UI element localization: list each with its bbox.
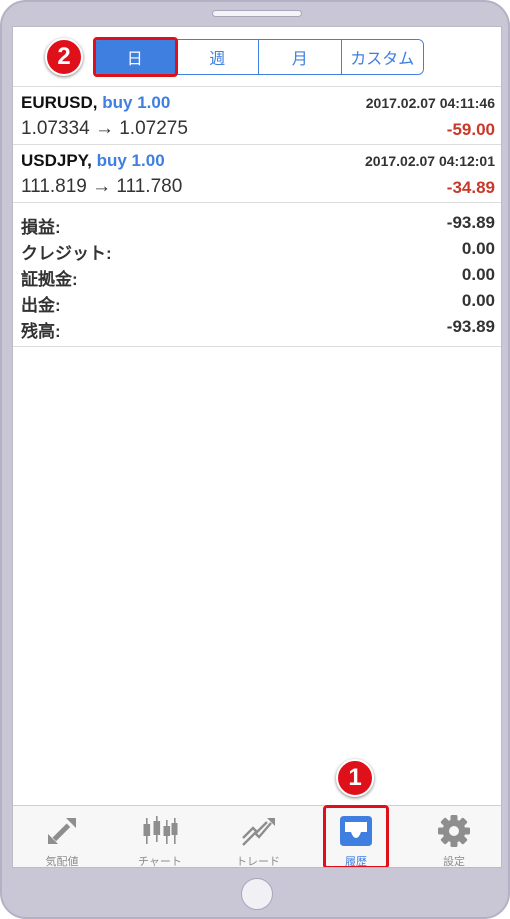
trade-prices: 111.819 → 111.780	[21, 176, 183, 197]
trade-title: USDJPY, buy 1.00	[21, 151, 165, 171]
tab-trade[interactable]: トレード	[209, 806, 307, 868]
tab-label: 履歴	[345, 856, 367, 868]
period-month-button[interactable]: 月	[258, 40, 341, 74]
home-button[interactable]	[241, 878, 273, 910]
trade-symbol: EURUSD,	[21, 93, 98, 112]
summary-label: 損益:	[21, 218, 61, 237]
trade-icon	[242, 818, 275, 846]
trade-prices: 1.07334 → 1.07275	[21, 118, 188, 139]
trade-profit: -34.89	[446, 178, 495, 197]
summary-credit-row: クレジット: 0.00	[21, 239, 495, 265]
summary-balance-row: 残高: -93.89	[21, 317, 495, 343]
summary-value: -93.89	[446, 317, 495, 336]
summary-profit-row: 損益: -93.89	[21, 213, 495, 239]
period-day-button[interactable]: 日	[94, 40, 176, 74]
trade-side: buy 1.00	[102, 93, 171, 112]
summary-value: 0.00	[461, 291, 495, 310]
gear-icon	[438, 815, 470, 847]
tab-label: トレード	[236, 856, 280, 868]
summary-withdrawal-row: 出金: 0.00	[21, 291, 495, 317]
summary-value: 0.00	[461, 265, 495, 284]
quotes-icon	[48, 818, 76, 844]
callout-badge-1: 1	[336, 759, 374, 797]
summary-label: クレジット:	[21, 244, 112, 263]
trade-title: EURUSD, buy 1.00	[21, 93, 170, 113]
tab-label: 気配値	[45, 856, 79, 868]
phone-frame: 日 週 月 カスタム 2 EURUSD, buy 1.00 2017.02.07…	[0, 0, 510, 919]
app-screen: 日 週 月 カスタム 2 EURUSD, buy 1.00 2017.02.07…	[12, 26, 502, 868]
trade-row[interactable]: USDJPY, buy 1.00 2017.02.07 04:12:01 111…	[13, 145, 501, 203]
period-week-button[interactable]: 週	[175, 40, 258, 74]
chart-icon	[143, 816, 178, 844]
period-bar: 日 週 月 カスタム 2	[13, 27, 501, 87]
trade-row[interactable]: EURUSD, buy 1.00 2017.02.07 04:11:46 1.0…	[13, 87, 501, 145]
period-segmented-control: 日 週 月 カスタム	[93, 39, 424, 75]
trade-time: 2017.02.07 04:11:46	[365, 95, 495, 111]
summary-label: 出金:	[21, 296, 61, 315]
tab-label: チャート	[138, 856, 182, 868]
callout-badge-2: 2	[45, 38, 83, 76]
period-custom-button[interactable]: カスタム	[340, 40, 423, 74]
account-summary: 損益: -93.89 クレジット: 0.00 証拠金: 0.00 出金: 0.0…	[13, 205, 501, 347]
tab-settings[interactable]: 設定	[405, 806, 501, 868]
trade-side: buy 1.00	[96, 151, 165, 170]
tab-quotes[interactable]: 気配値	[13, 806, 111, 868]
summary-label: 証拠金:	[21, 270, 78, 289]
tab-label: 設定	[443, 856, 465, 868]
summary-label: 残高:	[21, 322, 61, 341]
summary-value: -93.89	[446, 213, 495, 232]
trade-symbol: USDJPY,	[21, 151, 92, 170]
history-icon	[340, 816, 372, 846]
bottom-tab-bar: 気配値 チャート トレード 履歴 設定	[13, 805, 501, 868]
summary-value: 0.00	[461, 239, 495, 258]
phone-speaker	[212, 10, 302, 17]
summary-margin-row: 証拠金: 0.00	[21, 265, 495, 291]
trade-time: 2017.02.07 04:12:01	[365, 153, 495, 169]
tab-history[interactable]: 履歴	[307, 806, 405, 868]
trade-profit: -59.00	[446, 120, 495, 139]
tab-chart[interactable]: チャート	[111, 806, 209, 868]
